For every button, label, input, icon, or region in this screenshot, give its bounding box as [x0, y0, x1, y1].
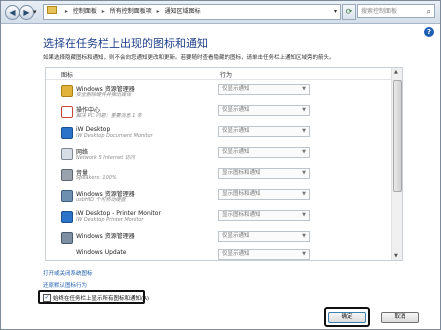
- chevron-down-icon: ▼: [302, 233, 306, 239]
- search-icon[interactable]: ⌕: [427, 5, 431, 19]
- item-subtitle: usbHID 个可移动硬盘: [76, 197, 126, 203]
- column-header-icon: 图标: [61, 72, 74, 79]
- chevron-down-icon: ▼: [302, 128, 306, 134]
- chevron-down-icon: ▼: [302, 107, 306, 113]
- behavior-value: 仅显示通知: [222, 233, 250, 239]
- address-bar[interactable]: ▸ 控制面板 ▸ 所有控制面板项 ▸ 通知区域图标 ▾: [43, 4, 341, 20]
- item-subtitle: iW Desktop Printer Monitor: [76, 217, 144, 223]
- behavior-value: 仅显示通知: [222, 251, 250, 257]
- restore-defaults-link[interactable]: 还原默认图标行为: [43, 281, 87, 289]
- list-item: Windows Update 仅显示通知 ▼: [46, 246, 391, 260]
- scrollbar-thumb[interactable]: [393, 80, 402, 192]
- chevron-down-icon: ▼: [302, 149, 306, 155]
- list-item: Windows 资源管理器 仅显示通知 ▼: [46, 228, 391, 248]
- item-name: iW Desktop - Printer Monitor: [76, 210, 161, 217]
- item-subtitle: 安全删除硬件并弹出媒体: [76, 92, 132, 98]
- item-subtitle: 解决 PC 问题：重要消息 1 条: [76, 113, 143, 119]
- list-item: iW Desktop - Printer Monitor iW Desktop …: [46, 207, 391, 227]
- behavior-select[interactable]: 显示图标和通知 ▼: [218, 189, 310, 200]
- page-description: 如果选择隐藏图标和通知，则不会向您通知更改和更新。若要随时查看隐藏的图标，请单击…: [43, 55, 335, 61]
- behavior-value: 仅显示通知: [222, 128, 250, 134]
- page-title: 选择在任务栏上出现的图标和通知: [43, 37, 208, 50]
- list-item: 音量 Speakers: 100% 显示图标和通知 ▼: [46, 165, 391, 185]
- behavior-value: 仅显示通知: [222, 107, 250, 113]
- chevron-down-icon[interactable]: ▾: [334, 5, 337, 19]
- system-icons-link[interactable]: 打开或关闭系统图标: [43, 269, 93, 277]
- list-item: 网络 Network 5 Internet 访问 仅显示通知 ▼: [46, 144, 391, 164]
- behavior-select[interactable]: 仅显示通知 ▼: [218, 84, 310, 95]
- scroll-down-icon[interactable]: ▼: [394, 253, 398, 259]
- item-subtitle: iW Desktop Document Monitor: [76, 133, 153, 139]
- control-panel-folder-icon: [47, 6, 57, 14]
- control-panel-window: ◀ ▶ ▾ ▸ 控制面板 ▸ 所有控制面板项 ▸ 通知区域图标 ▾ ⟳ 搜索控制…: [0, 0, 441, 330]
- always-show-checkbox[interactable]: ✓: [43, 294, 51, 302]
- back-arrow-icon[interactable]: ◀: [5, 5, 20, 20]
- column-header-behavior: 行为: [220, 72, 233, 79]
- behavior-value: 显示图标和通知: [222, 212, 261, 218]
- action-center-flag-icon: [61, 106, 73, 118]
- behavior-value: 显示图标和通知: [222, 170, 261, 176]
- chevron-right-icon: ▸: [156, 8, 160, 15]
- scroll-up-icon[interactable]: ▲: [394, 69, 398, 75]
- address-toolbar: ◀ ▶ ▾ ▸ 控制面板 ▸ 所有控制面板项 ▸ 通知区域图标 ▾ ⟳ 搜索控制…: [1, 1, 440, 24]
- vertical-scrollbar[interactable]: ▲ ▼: [391, 68, 402, 260]
- printer-monitor-icon: [61, 211, 73, 223]
- item-subtitle: Speakers: 100%: [76, 175, 117, 181]
- item-name: Windows 资源管理器: [76, 233, 135, 240]
- search-placeholder: 搜索控制面板: [361, 8, 398, 15]
- always-show-highlight: ✓ 始终在任务栏上显示所有图标和通知(A): [38, 290, 149, 304]
- list-item: Windows 资源管理器 usbHID 个可移动硬盘 显示图标和通知 ▼: [46, 186, 391, 206]
- ok-button[interactable]: 确定: [328, 312, 366, 323]
- breadcrumb-notification-icons[interactable]: 通知区域图标: [165, 8, 201, 15]
- search-input[interactable]: 搜索控制面板 ⌕: [357, 4, 435, 18]
- breadcrumb-control-panel[interactable]: 控制面板: [73, 8, 97, 15]
- behavior-value: 仅显示通知: [222, 86, 250, 92]
- item-subtitle: Network 5 Internet 访问: [76, 155, 135, 161]
- chevron-down-icon: ▼: [302, 170, 306, 176]
- item-name: Windows Update: [76, 249, 127, 256]
- behavior-select[interactable]: 显示图标和通知 ▼: [218, 210, 310, 221]
- speaker-icon: [61, 169, 73, 181]
- history-dropdown-icon[interactable]: ▾: [33, 8, 37, 16]
- forward-arrow-icon[interactable]: ▶: [19, 5, 34, 20]
- behavior-select[interactable]: 显示图标和通知 ▼: [218, 168, 310, 179]
- refresh-icon[interactable]: ⟳: [342, 4, 356, 20]
- explorer-icon: [61, 232, 73, 244]
- usb-drive-icon: [61, 190, 73, 202]
- chevron-down-icon: ▼: [302, 251, 306, 257]
- chevron-down-icon: ▼: [302, 191, 306, 197]
- behavior-select[interactable]: 仅显示通知 ▼: [218, 249, 310, 260]
- behavior-select[interactable]: 仅显示通知 ▼: [218, 147, 310, 158]
- chevron-right-icon: ▸: [64, 8, 68, 15]
- item-name: iW Desktop: [76, 126, 111, 133]
- help-icon[interactable]: ?: [424, 27, 434, 37]
- iw-desktop-icon: [61, 127, 73, 139]
- chevron-right-icon: ▸: [101, 8, 105, 15]
- breadcrumb-all-items[interactable]: 所有控制面板项: [110, 8, 152, 15]
- list-item: Windows 资源管理器 安全删除硬件并弹出媒体 仅显示通知 ▼: [46, 81, 391, 101]
- always-show-label[interactable]: 始终在任务栏上显示所有图标和通知(A): [53, 294, 149, 302]
- list-header: 图标 行为: [46, 68, 402, 80]
- cancel-button[interactable]: 取消: [381, 312, 419, 323]
- list-item: iW Desktop iW Desktop Document Monitor 仅…: [46, 123, 391, 143]
- network-icon: [61, 148, 73, 160]
- notification-icons-list: 图标 行为 Windows 资源管理器 安全删除硬件并弹出媒体 仅显示通知 ▼ 操…: [45, 67, 403, 261]
- chevron-down-icon: ▼: [302, 212, 306, 218]
- behavior-select[interactable]: 仅显示通知 ▼: [218, 105, 310, 116]
- behavior-select[interactable]: 仅显示通知 ▼: [218, 126, 310, 137]
- chevron-down-icon: ▼: [302, 86, 306, 92]
- folder-icon: [61, 85, 73, 97]
- behavior-value: 仅显示通知: [222, 149, 250, 155]
- list-item: 操作中心 解决 PC 问题：重要消息 1 条 仅显示通知 ▼: [46, 102, 391, 122]
- behavior-value: 显示图标和通知: [222, 191, 261, 197]
- behavior-select[interactable]: 仅显示通知 ▼: [218, 231, 310, 242]
